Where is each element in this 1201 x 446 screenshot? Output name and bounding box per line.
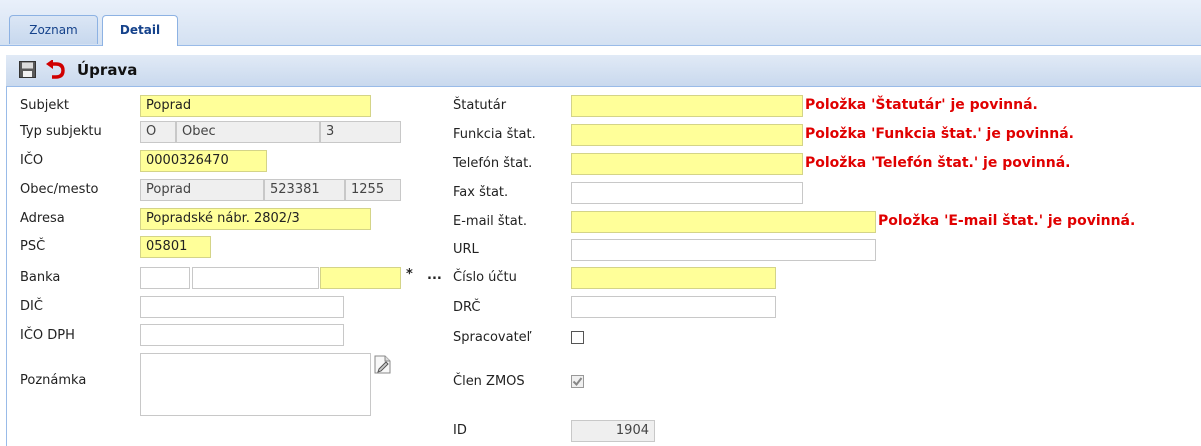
drc-field[interactable]	[571, 296, 776, 318]
obec-label: Obec/mesto	[20, 182, 99, 197]
obec-code2: 1255	[345, 179, 401, 201]
id-field: 1904	[571, 420, 655, 442]
funkcia-label: Funkcia štat.	[453, 127, 536, 142]
dic-label: DIČ	[20, 299, 43, 314]
cislo-uctu-field[interactable]	[571, 267, 776, 289]
spracovatel-label: Spracovateľ	[453, 330, 532, 345]
spracovatel-checkbox[interactable]	[571, 331, 584, 344]
tab-zoznam[interactable]: Zoznam	[9, 15, 98, 44]
psc-field[interactable]: 05801	[140, 236, 211, 258]
adresa-field[interactable]: Popradské nábr. 2802/3	[140, 208, 371, 230]
dic-field[interactable]	[140, 296, 344, 318]
clen-zmos-checkbox	[571, 375, 584, 388]
tab-bar: Zoznam Detail	[0, 0, 1201, 46]
adresa-label: Adresa	[20, 211, 65, 226]
poznamka-field[interactable]	[140, 353, 371, 416]
statutar-field[interactable]	[571, 95, 803, 117]
banka-field-1[interactable]	[140, 267, 190, 289]
fax-field[interactable]	[571, 182, 803, 204]
subjekt-label: Subjekt	[20, 98, 69, 113]
undo-icon[interactable]	[46, 60, 66, 79]
id-label: ID	[453, 423, 467, 438]
banka-field-3[interactable]	[320, 267, 401, 289]
ico-label: IČO	[20, 153, 44, 168]
typ-subjektu-name: Obec	[176, 121, 320, 143]
typ-subjektu-label: Typ subjektu	[20, 124, 102, 139]
detail-form: Subjekt Poprad Typ subjektu O Obec 3 IČO…	[6, 87, 1201, 446]
drc-label: DRČ	[453, 300, 481, 315]
url-label: URL	[453, 242, 479, 257]
email-label: E-mail štat.	[453, 214, 527, 229]
email-error: Položka 'E-mail štat.' je povinná.	[878, 213, 1136, 229]
fax-label: Fax štat.	[453, 185, 509, 200]
banka-lookup-button[interactable]: ...	[427, 268, 442, 283]
statutar-label: Štatutár	[453, 98, 507, 113]
ico-field[interactable]: 0000326470	[140, 150, 267, 172]
save-icon[interactable]	[19, 61, 36, 78]
funkcia-error: Položka 'Funkcia štat.' je povinná.	[805, 126, 1074, 142]
tab-detail[interactable]: Detail	[102, 15, 178, 46]
statutar-error: Položka 'Štatutár' je povinná.	[805, 97, 1038, 113]
banka-required-star: *	[406, 267, 413, 282]
obec-code1: 523381	[264, 179, 345, 201]
poznamka-label: Poznámka	[20, 373, 87, 388]
telefon-field[interactable]	[571, 153, 803, 175]
clen-zmos-label: Člen ZMOS	[453, 374, 525, 389]
cislo-uctu-label: Číslo účtu	[453, 270, 517, 285]
banka-field-2[interactable]	[192, 267, 319, 289]
form-header: Úprava	[6, 55, 1201, 87]
form-title: Úprava	[77, 61, 138, 79]
funkcia-field[interactable]	[571, 124, 803, 146]
checkmark-icon	[572, 377, 583, 387]
typ-subjektu-code: O	[140, 121, 176, 143]
email-field[interactable]	[571, 211, 876, 233]
ico-dph-label: IČO DPH	[20, 328, 75, 343]
url-field[interactable]	[571, 239, 876, 261]
psc-label: PSČ	[20, 239, 46, 254]
telefon-label: Telefón štat.	[453, 156, 533, 171]
edit-note-icon[interactable]	[374, 355, 391, 374]
telefon-error: Položka 'Telefón štat.' je povinná.	[805, 155, 1071, 171]
typ-subjektu-num: 3	[320, 121, 401, 143]
banka-label: Banka	[20, 270, 61, 285]
obec-name: Poprad	[140, 179, 264, 201]
ico-dph-field[interactable]	[140, 324, 344, 346]
subjekt-field[interactable]: Poprad	[140, 95, 371, 117]
